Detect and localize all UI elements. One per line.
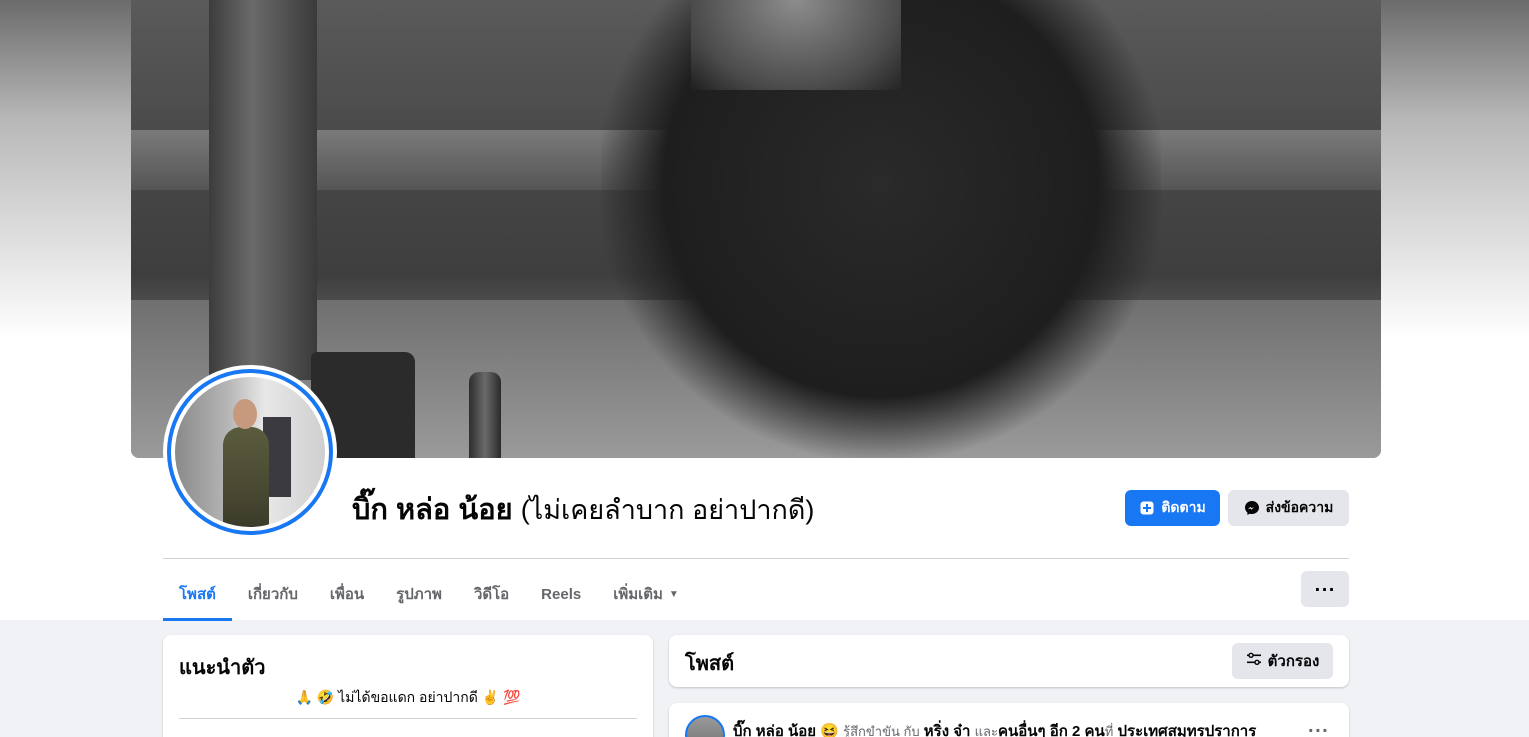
- tab-videos[interactable]: วิดีโอ: [458, 568, 525, 620]
- post-tagged-person[interactable]: หริ่ง จ๋า: [924, 723, 971, 737]
- post-author-avatar[interactable]: [685, 715, 725, 737]
- intro-divider: [179, 718, 637, 719]
- profile-avatar[interactable]: [163, 365, 337, 539]
- follow-label: ติดตาม: [1161, 499, 1206, 515]
- intro-title: แนะนำตัว: [179, 657, 266, 679]
- intro-bio: 🙏 🤣 ไม่ได้ขอแดก อย่าปากดี ✌ 💯: [295, 689, 521, 705]
- post-location[interactable]: ประเทศสมุทรปราการ: [1118, 723, 1257, 737]
- posts-title: โพสต์: [685, 653, 735, 675]
- intro-card: แนะนำตัว 🙏 🤣 ไม่ได้ขอแดก อย่าปากดี ✌ 💯: [163, 635, 653, 737]
- feeling-emoji-icon: 😆: [820, 723, 839, 737]
- tab-more[interactable]: เพิ่มเติม ▼: [597, 568, 695, 620]
- post-card: บิ๊ก หล่อ น้อย 😆 รู้สึกขำขัน กับ หริ่ง จ…: [669, 703, 1349, 737]
- tab-friends[interactable]: เพื่อน: [314, 568, 380, 620]
- tab-about[interactable]: เกี่ยวกับ: [232, 568, 314, 620]
- message-button[interactable]: ส่งข้อความ: [1228, 490, 1349, 526]
- message-label: ส่งข้อความ: [1265, 499, 1334, 515]
- profile-name: บิ๊ก หล่อ น้อย (ไม่เคยลำบาก อย่าปากดี): [352, 490, 814, 530]
- post-tagged-others[interactable]: คนอื่นๆ อีก 2 คน: [998, 723, 1105, 737]
- tab-posts[interactable]: โพสต์: [163, 568, 232, 621]
- messenger-icon: [1244, 500, 1260, 516]
- posts-header-card: โพสต์ ตัวกรอง: [669, 635, 1349, 687]
- avatar-photo: [175, 377, 325, 527]
- tab-reels[interactable]: Reels: [525, 568, 597, 620]
- post-at-text: ที่: [1104, 724, 1114, 737]
- post-author-name[interactable]: บิ๊ก หล่อ น้อย: [733, 723, 816, 737]
- post-header-line: บิ๊ก หล่อ น้อย 😆 รู้สึกขำขัน กับ หริ่ง จ…: [733, 719, 1256, 737]
- post-and-text: และ: [974, 724, 998, 737]
- story-ring: [167, 369, 333, 535]
- post-feeling: รู้สึกขำขัน กับ: [843, 724, 920, 737]
- cover-photo[interactable]: [131, 0, 1381, 458]
- profile-alternate-name: (ไม่เคยลำบาก อย่าปากดี): [520, 495, 815, 525]
- profile-tabs: โพสต์ เกี่ยวกับ เพื่อน รูปภาพ วิดีโอ Ree…: [163, 568, 695, 621]
- filter-label: ตัวกรอง: [1267, 653, 1320, 670]
- follow-icon: [1139, 500, 1155, 516]
- tab-photos[interactable]: รูปภาพ: [380, 568, 458, 620]
- more-options-button[interactable]: ···: [1301, 571, 1349, 607]
- caret-down-icon: ▼: [668, 588, 679, 600]
- header-divider: [163, 558, 1349, 559]
- ellipsis-icon: ···: [1314, 579, 1336, 599]
- profile-name-main: บิ๊ก หล่อ น้อย: [352, 494, 513, 526]
- filter-button[interactable]: ตัวกรอง: [1232, 643, 1333, 679]
- filter-icon: [1246, 651, 1262, 671]
- follow-button[interactable]: ติดตาม: [1125, 490, 1220, 526]
- post-options-button[interactable]: ···: [1308, 721, 1329, 737]
